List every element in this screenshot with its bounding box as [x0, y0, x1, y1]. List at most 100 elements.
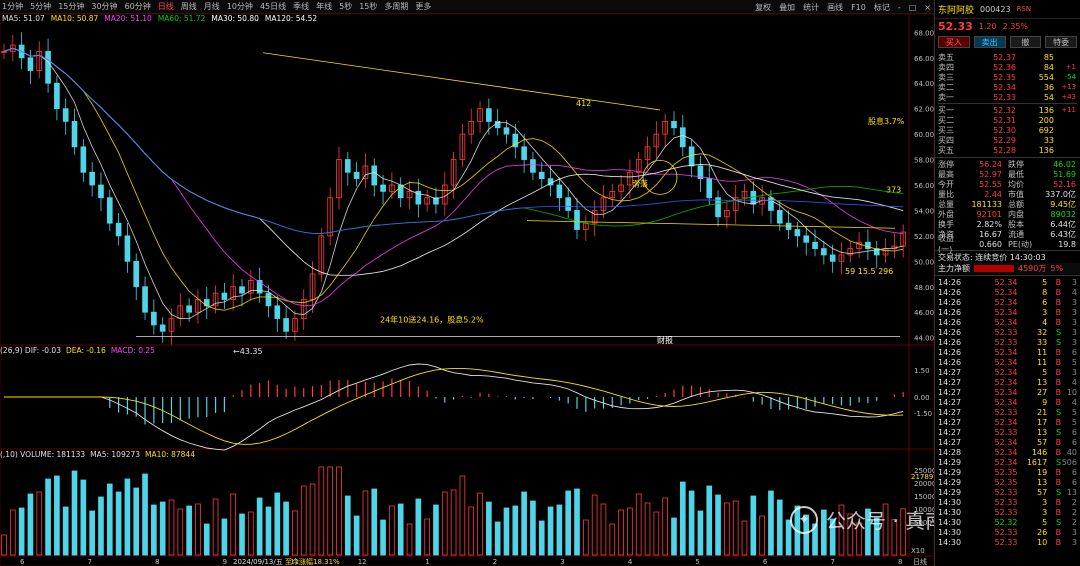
- order-book-price: 52.35: [993, 72, 1016, 82]
- tick-s: B: [1055, 537, 1062, 547]
- order-book-chg: +11: [1061, 106, 1076, 114]
- stat-v: 2.44: [984, 189, 1002, 199]
- tick-v: 146: [1031, 447, 1048, 457]
- volume-bar: [644, 502, 651, 556]
- tick-s: S: [1056, 407, 1062, 417]
- x-tick: 3: [560, 558, 564, 566]
- cancel-button[interactable]: 撤: [1009, 36, 1042, 48]
- volume-bar: [283, 501, 289, 556]
- bottom-label: 59 15.5 296: [845, 267, 893, 276]
- volume-bar: [168, 499, 175, 556]
- candle: [283, 318, 289, 332]
- tick-row: 14:27 52.33 21 S 5: [938, 407, 1077, 417]
- candle: [803, 235, 810, 243]
- volume-bar: [662, 497, 668, 556]
- tick-p: 52.34: [994, 457, 1018, 467]
- candle: [27, 57, 34, 71]
- support-line: [526, 220, 896, 229]
- volume-bar: [54, 475, 60, 556]
- tick-row: 14:27 52.34 57 B 6: [938, 437, 1077, 447]
- macd-tick: 0.00: [914, 394, 930, 402]
- tick-v: 13: [1037, 477, 1048, 487]
- order-book-price: 52.29: [993, 135, 1016, 145]
- fund-label: 主力净额: [938, 264, 970, 273]
- candle: [486, 108, 492, 122]
- tick-n: 4: [1071, 287, 1077, 297]
- x-tick: 6: [20, 558, 25, 566]
- volume-bar: [256, 497, 263, 556]
- order-book-vol: 33: [1043, 135, 1054, 145]
- order-book-chg: -54: [1064, 73, 1076, 81]
- range-label: 24年10送24.16，股息5.2%: [380, 314, 484, 324]
- tick-n: 6: [1071, 427, 1077, 437]
- candle: [556, 184, 563, 199]
- tick-v: 9: [1042, 397, 1048, 407]
- volume-bar: [406, 523, 413, 556]
- tick-p: 52.34: [994, 417, 1018, 427]
- special-order-button[interactable]: 特委: [1045, 36, 1077, 48]
- volume-bar: [353, 515, 360, 556]
- volume-bar: [18, 507, 25, 556]
- event-marker: 财报: [657, 335, 673, 345]
- volume-bar: [424, 518, 430, 556]
- tick-s: S: [1056, 517, 1062, 527]
- candle: [106, 197, 113, 224]
- volume-bar: [151, 504, 157, 556]
- order-book: 卖五 52.37 85 卖四 52.36 84 +1 卖三 52.35 554 -54 卖二 52.34…: [935, 51, 1080, 156]
- stat-v: 181133: [971, 199, 1002, 209]
- tick-row: 14:26 52.34 8 B 4: [938, 287, 1077, 297]
- tick-row: 14:30 52.33 10 B 3: [938, 537, 1077, 547]
- low-label: ←43.35: [233, 347, 263, 356]
- volume-bar: [265, 506, 272, 556]
- x-tick: 8: [155, 558, 159, 566]
- tick-n: 3: [1071, 317, 1077, 327]
- order-book-vol: 36: [1043, 82, 1054, 92]
- volume-bar: [627, 507, 633, 556]
- sell-button[interactable]: 卖出: [973, 36, 1006, 48]
- tick-s: B: [1055, 297, 1062, 307]
- kline-chart[interactable]: 68.0066.0064.0062.0060.0058.0056.0054.00…: [0, 0, 934, 566]
- buy-button[interactable]: 买入: [938, 36, 970, 48]
- volume-bar: [503, 507, 510, 556]
- stat-v: 56.24: [979, 159, 1002, 169]
- tick-n: 2: [1071, 517, 1077, 527]
- price-tick: 52.00: [914, 233, 934, 241]
- volume-bar: [159, 501, 166, 556]
- volume-bar: [512, 505, 519, 556]
- order-book-vol: 692: [1038, 125, 1054, 135]
- order-book-row: 买三 52.30 692: [938, 125, 1077, 135]
- tick-n: 5: [1071, 407, 1077, 417]
- tick-list[interactable]: 14:26 52.34 5 B 3 14:26 52.34 8 B 4 14:26 52.34 6 B 3 1…: [935, 277, 1080, 547]
- tick-s: S: [1056, 457, 1062, 467]
- candle: [80, 146, 87, 173]
- order-book-vol: 136: [1038, 105, 1054, 115]
- tick-row: 14:26 52.34 11 B 6: [938, 347, 1077, 357]
- price-change-pct: 2.35%: [1002, 21, 1029, 31]
- tick-p: 52.34: [994, 437, 1018, 447]
- candle: [768, 197, 774, 211]
- volume-bar: [724, 502, 730, 556]
- stock-title: 东阿阿胶 000423 RSN: [935, 0, 1080, 19]
- tick-s: B: [1055, 447, 1062, 457]
- tick-p: 52.34: [994, 377, 1018, 387]
- tick-row: 14:27 52.34 27 B 10: [938, 387, 1077, 397]
- tick-n: 6: [1071, 467, 1077, 477]
- volume-bar: [433, 504, 439, 556]
- tick-n: 5: [1071, 417, 1077, 427]
- candle: [62, 108, 69, 122]
- tick-n: 3: [1071, 367, 1077, 377]
- tick-n: 4: [1071, 397, 1077, 407]
- volume-bar: [195, 503, 201, 556]
- fund-pct: 5%: [1050, 264, 1064, 273]
- volume-bar: [530, 500, 536, 556]
- stat-v: 92101: [976, 209, 1002, 219]
- tick-t: 14:27: [938, 427, 962, 437]
- volume-bar: [62, 506, 69, 556]
- order-book-chg: +43: [1061, 93, 1076, 101]
- tick-n: 5: [1071, 357, 1077, 367]
- candle: [274, 305, 281, 319]
- volume-bar: [362, 490, 369, 556]
- fund-value: 4590万: [1018, 264, 1047, 273]
- volume-bar: [706, 485, 713, 556]
- tick-row: 14:26 52.33 32 S 3: [938, 327, 1077, 337]
